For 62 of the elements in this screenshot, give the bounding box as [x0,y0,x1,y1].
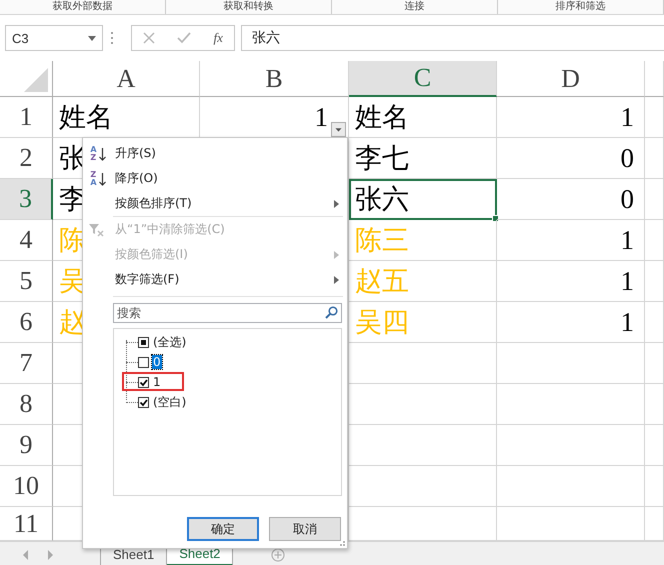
table-cell [645,179,664,220]
cancel-button[interactable]: 取消 [269,517,341,541]
table-cell [645,220,664,261]
table-cell: 张六 [349,179,497,220]
column-header[interactable]: A [53,61,200,97]
row-header[interactable]: 9 [0,425,53,466]
table-cell [645,384,664,425]
value-label[interactable]: (空白) [152,394,188,410]
table-cell: 1 [497,302,645,343]
table-cell [645,261,664,302]
row-header[interactable]: 3 [0,179,53,220]
drag-handle-icon[interactable] [109,31,115,45]
column-header[interactable]: D [497,61,645,97]
search-field[interactable]: 搜索 [113,303,342,323]
column-header[interactable] [645,61,664,97]
value-label[interactable]: 1 [152,375,162,389]
row-header[interactable]: 8 [0,384,53,425]
name-box[interactable]: C3 [5,25,103,51]
search-icon [325,306,338,319]
table-cell [645,466,664,507]
table-cell: 1 [497,97,645,138]
table-cell: 陈三 [349,220,497,261]
row-header[interactable]: 4 [0,220,53,261]
table-cell: 1 [497,261,645,302]
row-header[interactable]: 6 [0,302,53,343]
checkmark-icon[interactable] [177,32,192,44]
table-cell [645,138,664,179]
table-cell: 吴四 [349,302,497,343]
ribbon-group-label: 连接 [332,0,498,14]
row-header[interactable]: 1 [0,97,53,138]
row-header[interactable]: 5 [0,261,53,302]
checkbox[interactable] [138,356,149,368]
table-cell: 李七 [349,138,497,179]
table-cell [645,425,664,466]
insert-function-button[interactable]: fx [214,30,223,46]
table-cell: 姓名 [349,97,497,138]
row-header[interactable]: 7 [0,343,53,384]
filter-dropdown-button[interactable] [331,122,346,137]
column-header[interactable]: C [349,61,497,97]
ribbon-group-label: 排序和筛选 [498,0,664,14]
checkbox[interactable] [138,336,149,348]
table-cell [645,302,664,343]
value-label[interactable]: 0 [152,355,162,369]
next-sheet-icon[interactable] [46,550,54,560]
table-cell [645,343,664,384]
table-cell: 赵五 [349,261,497,302]
previous-sheet-icon[interactable] [22,550,30,560]
table-cell: 1 [497,220,645,261]
add-sheet-icon[interactable] [271,548,286,562]
cancel-icon[interactable] [143,32,156,44]
ribbon-group-label: 获取和转换 [166,0,332,14]
checkbox[interactable] [138,396,149,408]
ribbon-group-label: 获取外部数据 [0,0,166,14]
formula-field[interactable]: 张六 [241,25,664,51]
checkbox[interactable] [138,376,149,388]
row-header[interactable]: 10 [0,466,53,507]
resize-grip-icon[interactable] [337,538,345,546]
table-cell [645,97,664,138]
column-header[interactable]: B [200,61,349,97]
ok-button[interactable]: 确定 [187,517,259,541]
table-cell: 0 [497,179,645,220]
table-cell: 0 [497,138,645,179]
